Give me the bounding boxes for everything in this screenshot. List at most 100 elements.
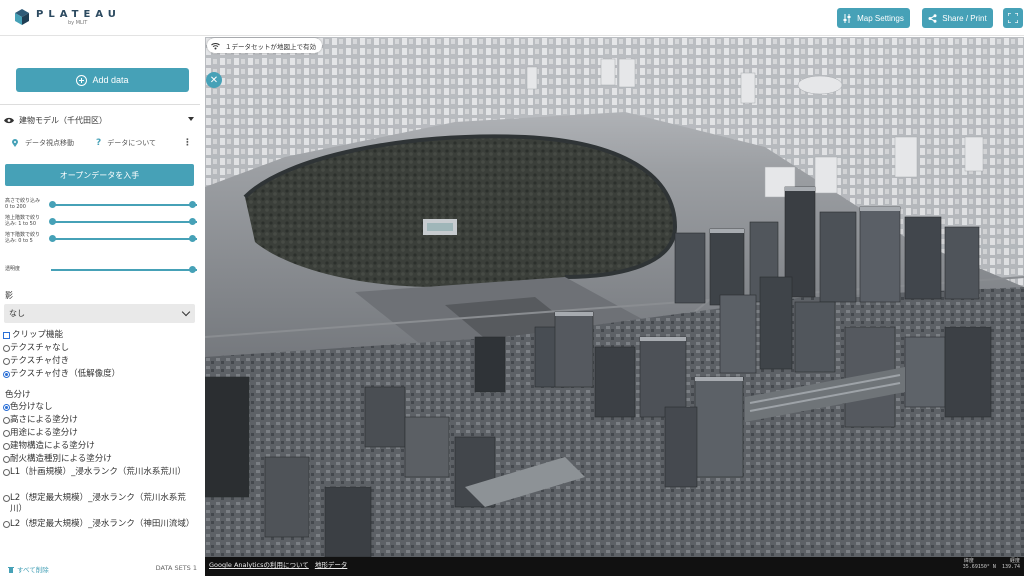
opacity-label: 透明度 (5, 266, 21, 272)
question-icon: ? (96, 138, 102, 148)
slider-track[interactable] (51, 269, 197, 271)
close-panel-icon[interactable]: ✕ (206, 72, 222, 88)
plus-circle-icon (76, 74, 88, 86)
sidebar-footer: すべて削除 DATA SETS 1 (0, 561, 205, 576)
radio-icon[interactable] (3, 345, 10, 352)
radio-icon[interactable] (3, 521, 10, 528)
color-option[interactable]: 耐火構造種別による塗分け (3, 454, 198, 465)
plateau-logo-icon (14, 8, 30, 26)
clip-label: クリップ機能 (12, 330, 64, 340)
texture-option-label: テクスチャ付き（低解像度） (10, 369, 121, 379)
slider-knob-high[interactable] (189, 201, 196, 208)
app-header: PLATEAU by MLIT Map Settings Share / Pri… (0, 0, 1024, 36)
slider-knob-high[interactable] (189, 235, 196, 242)
slider-track[interactable] (51, 221, 197, 223)
chevron-down-icon (181, 307, 191, 317)
attribution-link[interactable]: Google Analyticsの利用について (209, 559, 309, 569)
layer-actions: データ視点移動 ? データについて ⋮ (12, 138, 192, 148)
texture-option-label: テクスチャなし (10, 343, 70, 353)
caret-down-icon[interactable] (188, 117, 194, 121)
radio-selected-icon[interactable] (3, 371, 10, 378)
color-option[interactable]: 用途による塗分け (3, 428, 198, 439)
slider-knob-high[interactable] (189, 218, 196, 225)
attribution-link[interactable]: 地形データ (315, 559, 348, 569)
logo-title: PLATEAU (36, 8, 121, 20)
dataset-status-text: １データセットが地図上で有効 (225, 42, 316, 51)
color-option[interactable]: 建物構造による塗分け (3, 441, 198, 452)
radio-icon[interactable] (3, 456, 10, 463)
layer-name: 建物モデル（千代田区） (19, 115, 107, 125)
slider-knob-low[interactable] (49, 218, 56, 225)
slider-track[interactable] (51, 238, 197, 240)
opacity-slider[interactable]: 透明度 (5, 263, 197, 277)
radio-icon[interactable] (3, 469, 10, 476)
map-settings-button[interactable]: Map Settings (837, 8, 910, 28)
floors-above-filter-label: 地上階数で絞り 込み: 1 to 50 (5, 215, 41, 227)
color-option[interactable]: L2（想定最大規模）_浸水ランク（荒川水系荒川） (3, 493, 198, 515)
radio-icon[interactable] (3, 430, 10, 437)
open-data-button[interactable]: オープンデータを入手 (5, 164, 194, 186)
checkbox-icon[interactable] (3, 332, 10, 339)
slider-track[interactable] (51, 204, 197, 206)
about-data-link[interactable]: データについて (107, 138, 156, 148)
radio-icon[interactable] (3, 358, 10, 365)
share-print-button[interactable]: Share / Print (922, 8, 993, 28)
map-settings-label: Map Settings (857, 13, 904, 23)
trash-icon (8, 566, 14, 573)
slider-knob-low[interactable] (49, 201, 56, 208)
color-option[interactable]: L1（計画規模）_浸水ランク（荒川水系荒川） (3, 467, 198, 478)
radio-icon[interactable] (3, 417, 10, 424)
texture-option-label: テクスチャ付き (10, 356, 70, 366)
shadow-selected-value: なし (9, 309, 25, 318)
share-icon (928, 13, 937, 23)
slider-knob-low[interactable] (49, 235, 56, 242)
radio-icon[interactable] (3, 443, 10, 450)
texture-option[interactable]: テクスチャ付き (3, 356, 198, 367)
coordinate-readout: 緯度 経度 35.69150° N 139.74 (962, 558, 1020, 570)
clip-checkbox[interactable]: クリップ機能 (3, 330, 198, 341)
radio-icon[interactable] (3, 495, 10, 502)
floors-below-filter-slider[interactable]: 地下階数で絞り 込み: 0 to 5 (5, 232, 197, 246)
eye-icon[interactable] (4, 117, 14, 124)
floors-below-filter-label: 地下階数で絞り 込み: 0 to 5 (5, 232, 41, 244)
share-print-label: Share / Print (942, 13, 987, 23)
color-option-label: 耐火構造種別による塗分け (10, 454, 112, 464)
add-data-label: Add data (92, 75, 129, 85)
map-bottom-bar: Google Analyticsの利用について 地形データ 緯度 経度 35.6… (205, 557, 1024, 576)
move-to-data-link[interactable]: データ視点移動 (25, 138, 74, 148)
color-option[interactable]: 高さによる塗分け (3, 415, 198, 426)
color-option[interactable]: 色分けなし (3, 402, 198, 413)
datasets-count: DATA SETS 1 (155, 564, 197, 572)
color-option-label: 色分けなし (10, 402, 53, 412)
height-filter-slider[interactable]: 高さで絞り込み 0 to 200 (5, 198, 197, 212)
shadow-label: 影 (5, 291, 13, 300)
shadow-select[interactable]: なし (4, 304, 195, 323)
color-section-label: 色分け (5, 390, 31, 400)
fullscreen-button[interactable] (1003, 8, 1023, 28)
clear-all-label: すべて削除 (17, 566, 49, 574)
city-3d-scene[interactable] (205, 37, 1024, 566)
texture-option[interactable]: テクスチャ付き（低解像度） (3, 369, 198, 380)
color-option-label: L2（想定最大規模）_浸水ランク（神田川流域） (10, 519, 195, 529)
slider-knob[interactable] (189, 266, 196, 273)
add-data-button[interactable]: Add data (16, 68, 189, 92)
height-filter-label: 高さで絞り込み 0 to 200 (5, 198, 41, 210)
radio-selected-icon[interactable] (3, 404, 10, 411)
floors-above-filter-slider[interactable]: 地上階数で絞り 込み: 1 to 50 (5, 215, 197, 229)
sidebar: Add data 建物モデル（千代田区） データ視点移動 ? データについて ⋮… (0, 37, 205, 576)
location-pin-icon (12, 139, 18, 147)
map-viewport[interactable]: １データセットが地図上で有効 (205, 37, 1024, 566)
wifi-icon (211, 42, 220, 49)
layer-panel: 建物モデル（千代田区） データ視点移動 ? データについて ⋮ オープンデータを… (0, 104, 200, 564)
texture-option[interactable]: テクスチャなし (3, 343, 198, 354)
color-option-label: L1（計画規模）_浸水ランク（荒川水系荒川） (10, 467, 186, 477)
clear-all-button[interactable]: すべて削除 (8, 564, 49, 574)
plateau-logo[interactable]: PLATEAU by MLIT (14, 8, 121, 26)
logo-subtitle: by MLIT (68, 19, 88, 26)
color-option-label: L2（想定最大規模）_浸水ランク（荒川水系荒川） (10, 493, 186, 514)
more-vertical-icon[interactable]: ⋮ (183, 138, 192, 148)
color-option[interactable]: L2（想定最大規模）_浸水ランク（神田川流域） (3, 519, 198, 530)
color-option-label: 建物構造による塗分け (10, 441, 95, 451)
dataset-status-pill: １データセットが地図上で有効 (207, 38, 322, 53)
layer-header[interactable]: 建物モデル（千代田区） (4, 113, 196, 127)
